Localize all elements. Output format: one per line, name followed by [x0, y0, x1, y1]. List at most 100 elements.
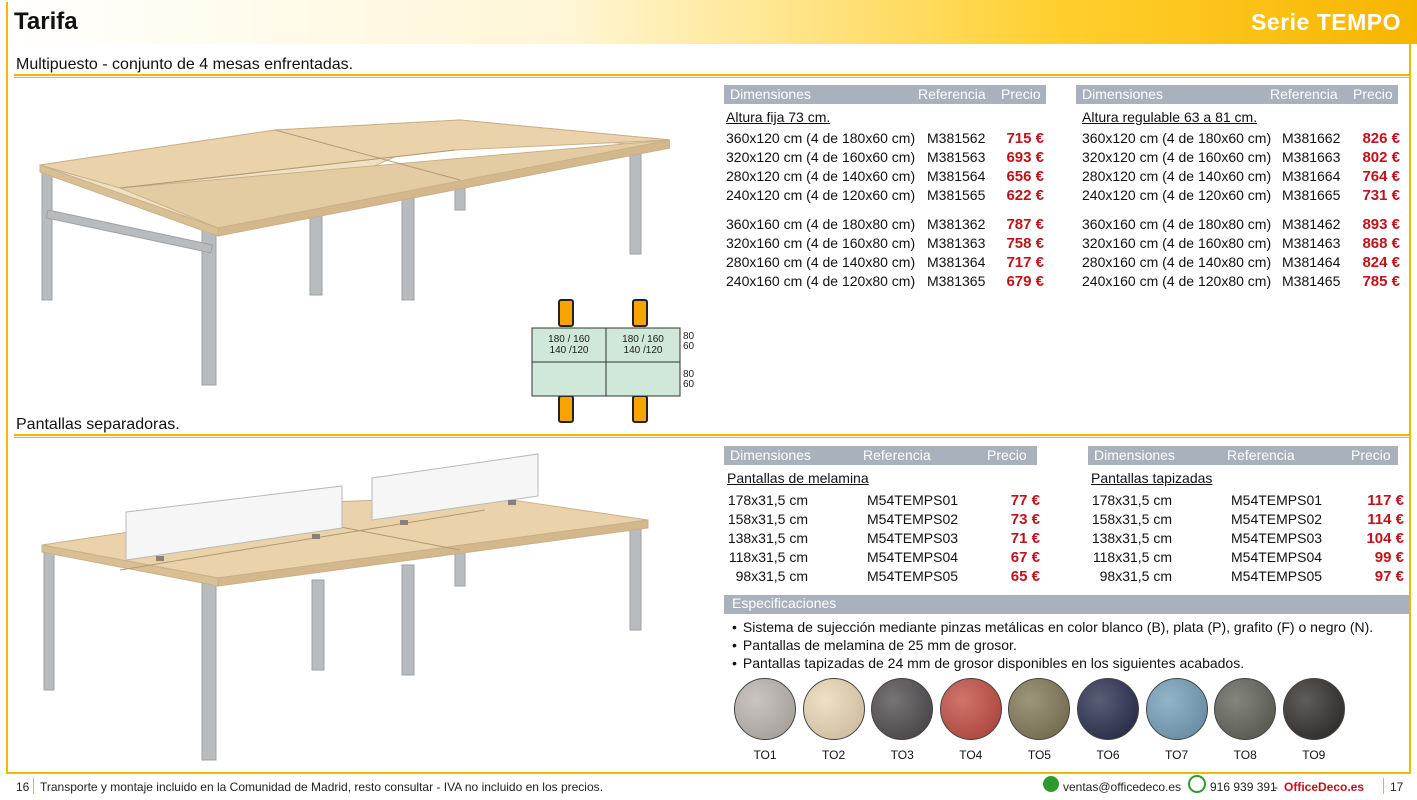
page-number-right: 17	[1390, 780, 1404, 794]
cell-price: 117 €	[1367, 492, 1404, 509]
scheme-depth-label: 80 60	[683, 331, 695, 352]
fabric-swatch	[871, 678, 934, 740]
cell-dimension: 320x160 cm (4 de 160x80 cm)	[1082, 235, 1272, 251]
cell-reference: M381665	[1282, 187, 1341, 203]
cell-dimension: 138x31,5 cm	[727, 530, 808, 546]
cell-price: 758 €	[1006, 235, 1044, 252]
cell-dimension: 98x31,5 cm	[1099, 568, 1172, 584]
scheme-cell-label: 180 / 160 140 /120	[548, 334, 590, 356]
table-row: 118x31,5 cm M54TEMPS04 99 €	[1090, 549, 1404, 568]
col-ref-header: Referencia	[1270, 86, 1338, 102]
cell-reference: M54TEMPS02	[1231, 511, 1323, 527]
cell-reference: M54TEMPS04	[1231, 549, 1323, 565]
cell-dimension: 138x31,5 cm	[1091, 530, 1172, 546]
col-dim-header: Dimensiones	[1094, 447, 1175, 463]
cell-reference: M381664	[1282, 168, 1341, 184]
swatch-label: TO2	[822, 748, 846, 762]
cell-reference: M381562	[927, 130, 986, 146]
cell-reference: M54TEMPS05	[1231, 568, 1323, 584]
cell-price: 693 €	[1006, 149, 1044, 166]
cell-price: 824 €	[1362, 254, 1400, 271]
cell-price: 73 €	[1010, 511, 1040, 528]
fabric-swatch	[802, 678, 865, 740]
table-row: 98x31,5 cm M54TEMPS05 97 €	[1090, 568, 1404, 587]
cell-dimension: 320x160 cm (4 de 160x80 cm)	[726, 235, 916, 251]
footer-divider	[33, 778, 34, 794]
table-row: 138x31,5 cm M54TEMPS03 104 €	[1090, 530, 1404, 549]
cell-reference: M381563	[927, 149, 986, 165]
contact-email[interactable]: ventas@officedeco.es	[1063, 780, 1181, 794]
table-row: 360x120 cm (4 de 180x60 cm) M381562 715 €	[726, 130, 1044, 149]
contact-phone[interactable]: 916 939 391	[1210, 780, 1277, 794]
col-dim-header: Dimensiones	[730, 447, 811, 463]
swatch-label: TO7	[1165, 748, 1189, 762]
cell-dimension: 240x160 cm (4 de 120x80 cm)	[1082, 273, 1272, 289]
series-name: Serie TEMPO	[1251, 9, 1401, 35]
footer-separator: -	[1274, 780, 1278, 794]
fabric-swatch	[1214, 678, 1277, 740]
col-dim-header: Dimensiones	[1082, 86, 1163, 102]
cell-price: 114 €	[1367, 511, 1404, 528]
col-ref-header: Referencia	[1227, 447, 1295, 463]
fabric-swatches: TO1 TO2 TO3 TO4 TO5 TO6 TO7 TO8 TO9	[730, 678, 1410, 768]
cell-dimension: 240x120 cm (4 de 120x60 cm)	[1082, 187, 1272, 203]
cell-reference: M381362	[927, 216, 986, 232]
table-row: 158x31,5 cm M54TEMPS02 114 €	[1090, 511, 1404, 530]
cell-reference: M54TEMPS05	[867, 568, 959, 584]
col-dim-header: Dimensiones	[730, 86, 811, 102]
fabric-swatch	[1145, 678, 1208, 740]
cell-dimension: 158x31,5 cm	[1091, 511, 1172, 527]
cell-price: 71 €	[1010, 530, 1040, 547]
table-row: 320x160 cm (4 de 160x80 cm) M381463 868 €	[1082, 235, 1400, 254]
cell-reference: M381463	[1282, 235, 1341, 251]
cell-reference: M381462	[1282, 216, 1341, 232]
section-title-pantallas: Pantallas separadoras.	[16, 416, 180, 433]
swatch-label: TO6	[1096, 748, 1120, 762]
cell-dimension: 118x31,5 cm	[728, 549, 808, 565]
cell-dimension: 240x120 cm (4 de 120x60 cm)	[726, 187, 916, 203]
table-row: 240x160 cm (4 de 120x80 cm) M381365 679 €	[726, 273, 1044, 292]
table-row: 240x120 cm (4 de 120x60 cm) M381565 622 €	[726, 187, 1044, 206]
cell-reference: M381663	[1282, 149, 1341, 165]
fabric-swatch	[939, 678, 1002, 740]
cell-reference: M381364	[927, 254, 986, 270]
table-row: 98x31,5 cm M54TEMPS05 65 €	[726, 568, 1040, 587]
table-row: 280x120 cm (4 de 140x60 cm) M381564 656 €	[726, 168, 1044, 187]
cell-price: 65 €	[1010, 568, 1040, 585]
desk-with-screens-image	[41, 453, 649, 761]
cell-reference: M381662	[1282, 130, 1341, 146]
cell-dimension: 360x160 cm (4 de 180x80 cm)	[1082, 216, 1272, 232]
cell-price: 893 €	[1362, 216, 1400, 233]
desk-tops	[39, 119, 670, 237]
table-row: 240x120 cm (4 de 120x60 cm) M381665 731 €	[1082, 187, 1400, 206]
brand-link[interactable]: OfficeDeco.es	[1284, 780, 1364, 794]
table-row: 320x120 cm (4 de 160x60 cm) M381563 693 €	[726, 149, 1044, 168]
page-footer: 16 Transporte y montaje incluido en la C…	[0, 774, 1417, 800]
cell-price: 679 €	[1006, 273, 1044, 290]
table-row: 178x31,5 cm M54TEMPS01 77 €	[726, 492, 1040, 511]
col-price-header: Precio	[1351, 447, 1391, 463]
table-row: 320x120 cm (4 de 160x60 cm) M381663 802 €	[1082, 149, 1400, 168]
col-ref-header: Referencia	[863, 447, 931, 463]
scheme-cell-label: 180 / 160 140 /120	[622, 334, 664, 356]
cell-reference: M54TEMPS03	[867, 530, 959, 546]
fabric-swatch	[1282, 678, 1345, 740]
cell-dimension: 280x120 cm (4 de 140x60 cm)	[1082, 168, 1272, 184]
page-title: Tarifa	[14, 8, 78, 35]
cell-price: 868 €	[1362, 235, 1400, 252]
table-row: 360x160 cm (4 de 180x80 cm) M381362 787 €	[726, 216, 1044, 235]
spec-item: Sistema de sujección mediante pinzas met…	[732, 618, 1373, 636]
chair-icons	[531, 299, 681, 423]
section-title-multipuesto: Multipuesto - conjunto de 4 mesas enfren…	[16, 56, 354, 73]
swatch-label: TO3	[890, 748, 914, 762]
col-price-header: Precio	[1353, 86, 1393, 102]
swatch-label: TO1	[753, 748, 777, 762]
section-divider	[14, 434, 1410, 438]
cell-dimension: 320x120 cm (4 de 160x60 cm)	[1082, 149, 1272, 165]
section-divider	[14, 74, 1410, 78]
cell-reference: M381365	[927, 273, 986, 289]
cell-dimension: 280x160 cm (4 de 140x80 cm)	[726, 254, 916, 270]
cell-dimension: 280x120 cm (4 de 140x60 cm)	[726, 168, 916, 184]
table-row: 240x160 cm (4 de 120x80 cm) M381465 785 €	[1082, 273, 1400, 292]
col-ref-header: Referencia	[918, 86, 986, 102]
